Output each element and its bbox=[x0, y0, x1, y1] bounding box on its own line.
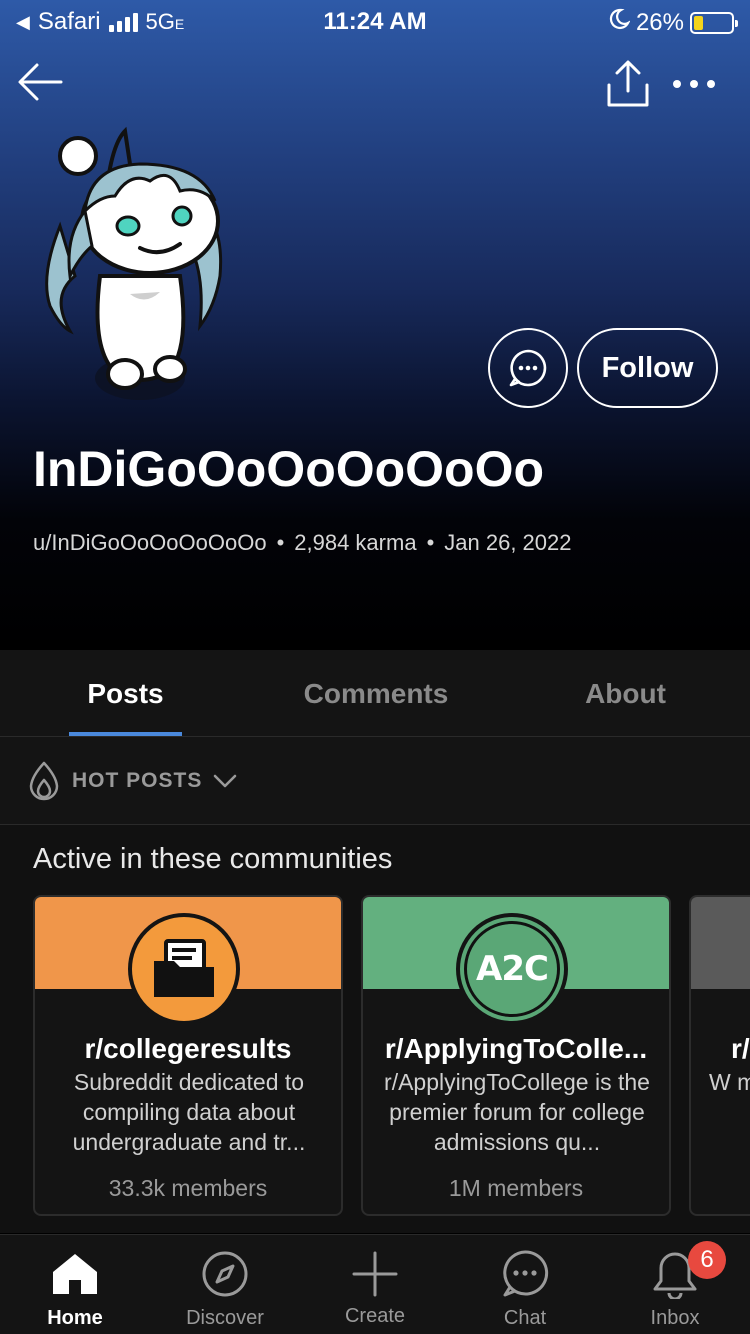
battery-fill bbox=[694, 15, 704, 30]
active-communities-section: Active in these communities r/collegeres… bbox=[0, 825, 750, 1233]
community-name: r/ bbox=[731, 1033, 750, 1064]
meta-separator: • bbox=[276, 530, 285, 555]
status-bar: ◀ Safari 5GE 11:24 AM 26% bbox=[0, 0, 750, 42]
profile-display-name: InDiGoOoOoOoOoOo bbox=[33, 441, 545, 497]
nav-label: Discover bbox=[186, 1307, 264, 1329]
follow-button[interactable]: Follow bbox=[577, 328, 718, 408]
share-icon bbox=[607, 60, 649, 107]
community-icon bbox=[128, 913, 240, 1025]
avatar bbox=[30, 126, 240, 406]
community-members: 1M members bbox=[448, 1175, 584, 1201]
sort-selector[interactable]: HOT POSTS bbox=[0, 737, 750, 825]
tab-posts[interactable]: Posts bbox=[0, 650, 251, 737]
nav-label: Inbox bbox=[650, 1307, 700, 1329]
plus-icon bbox=[345, 1249, 405, 1299]
flame-icon bbox=[29, 761, 59, 800]
start-chat-button[interactable] bbox=[488, 328, 568, 408]
section-title: Active in these communities bbox=[33, 843, 393, 875]
bottom-navigation: Home Discover Create Chat 6 Inbox bbox=[0, 1234, 750, 1334]
chat-bubble-icon bbox=[509, 349, 547, 387]
profile-username: u/InDiGoOoOoOoOoOo bbox=[33, 530, 267, 555]
moon-icon bbox=[608, 8, 631, 37]
community-banner bbox=[691, 897, 750, 989]
battery-icon bbox=[690, 11, 738, 34]
community-description: W mu com bbox=[709, 1069, 750, 1095]
community-members: 33.3k members bbox=[108, 1175, 268, 1201]
battery-percent: 26% bbox=[635, 8, 684, 36]
community-card[interactable]: r/collegeresults Subreddit dedicated to … bbox=[33, 895, 343, 1216]
chat-icon bbox=[495, 1249, 555, 1299]
nav-label: Chat bbox=[503, 1307, 547, 1329]
back-arrow-icon bbox=[18, 63, 63, 101]
nav-chat[interactable]: Chat bbox=[450, 1235, 600, 1334]
more-options-button[interactable] bbox=[664, 60, 724, 108]
community-card[interactable]: A2C r/ApplyingToColle... r/ApplyingToCol… bbox=[361, 895, 671, 1216]
profile-cake-day: Jan 26, 2022 bbox=[444, 530, 572, 555]
community-name: r/collegeresults bbox=[84, 1033, 292, 1064]
nav-home[interactable]: Home bbox=[0, 1235, 150, 1334]
a2c-logo: A2C bbox=[464, 921, 560, 1017]
more-dots-icon bbox=[673, 80, 715, 88]
profile-karma: 2,984 karma bbox=[294, 530, 417, 555]
a2c-logo-text: A2C bbox=[476, 949, 549, 989]
profile-tabs: Posts Comments About bbox=[0, 650, 750, 737]
meta-separator: • bbox=[426, 530, 435, 555]
nav-label: Home bbox=[47, 1307, 103, 1329]
community-description: Subreddit dedicated to compiling data ab… bbox=[72, 1069, 306, 1155]
community-card[interactable]: r/ W mu com bbox=[689, 895, 750, 1216]
nav-inbox[interactable]: 6 Inbox bbox=[600, 1235, 750, 1334]
compass-icon bbox=[195, 1249, 255, 1299]
community-description: r/ApplyingToCollege is the premier forum… bbox=[384, 1069, 650, 1155]
home-icon bbox=[45, 1249, 105, 1299]
nav-create[interactable]: Create bbox=[300, 1235, 450, 1334]
tab-comments[interactable]: Comments bbox=[251, 650, 501, 737]
nav-label: Create bbox=[344, 1305, 406, 1327]
nav-discover[interactable]: Discover bbox=[150, 1235, 300, 1334]
inbox-badge: 6 bbox=[688, 1241, 726, 1279]
chevron-down-icon bbox=[214, 774, 237, 787]
profile-meta: u/InDiGoOoOoOoOoOo • 2,984 karma • Jan 2… bbox=[33, 530, 572, 556]
active-tab-indicator bbox=[69, 732, 182, 736]
back-button[interactable] bbox=[12, 54, 68, 110]
share-button[interactable] bbox=[600, 56, 656, 112]
tab-about[interactable]: About bbox=[501, 650, 750, 737]
status-right: 26% bbox=[608, 8, 738, 37]
sort-label[interactable]: HOT POSTS bbox=[72, 769, 202, 793]
community-icon: A2C bbox=[456, 913, 568, 1025]
community-name: r/ApplyingToColle... bbox=[384, 1033, 648, 1064]
folder-icon bbox=[154, 939, 214, 997]
